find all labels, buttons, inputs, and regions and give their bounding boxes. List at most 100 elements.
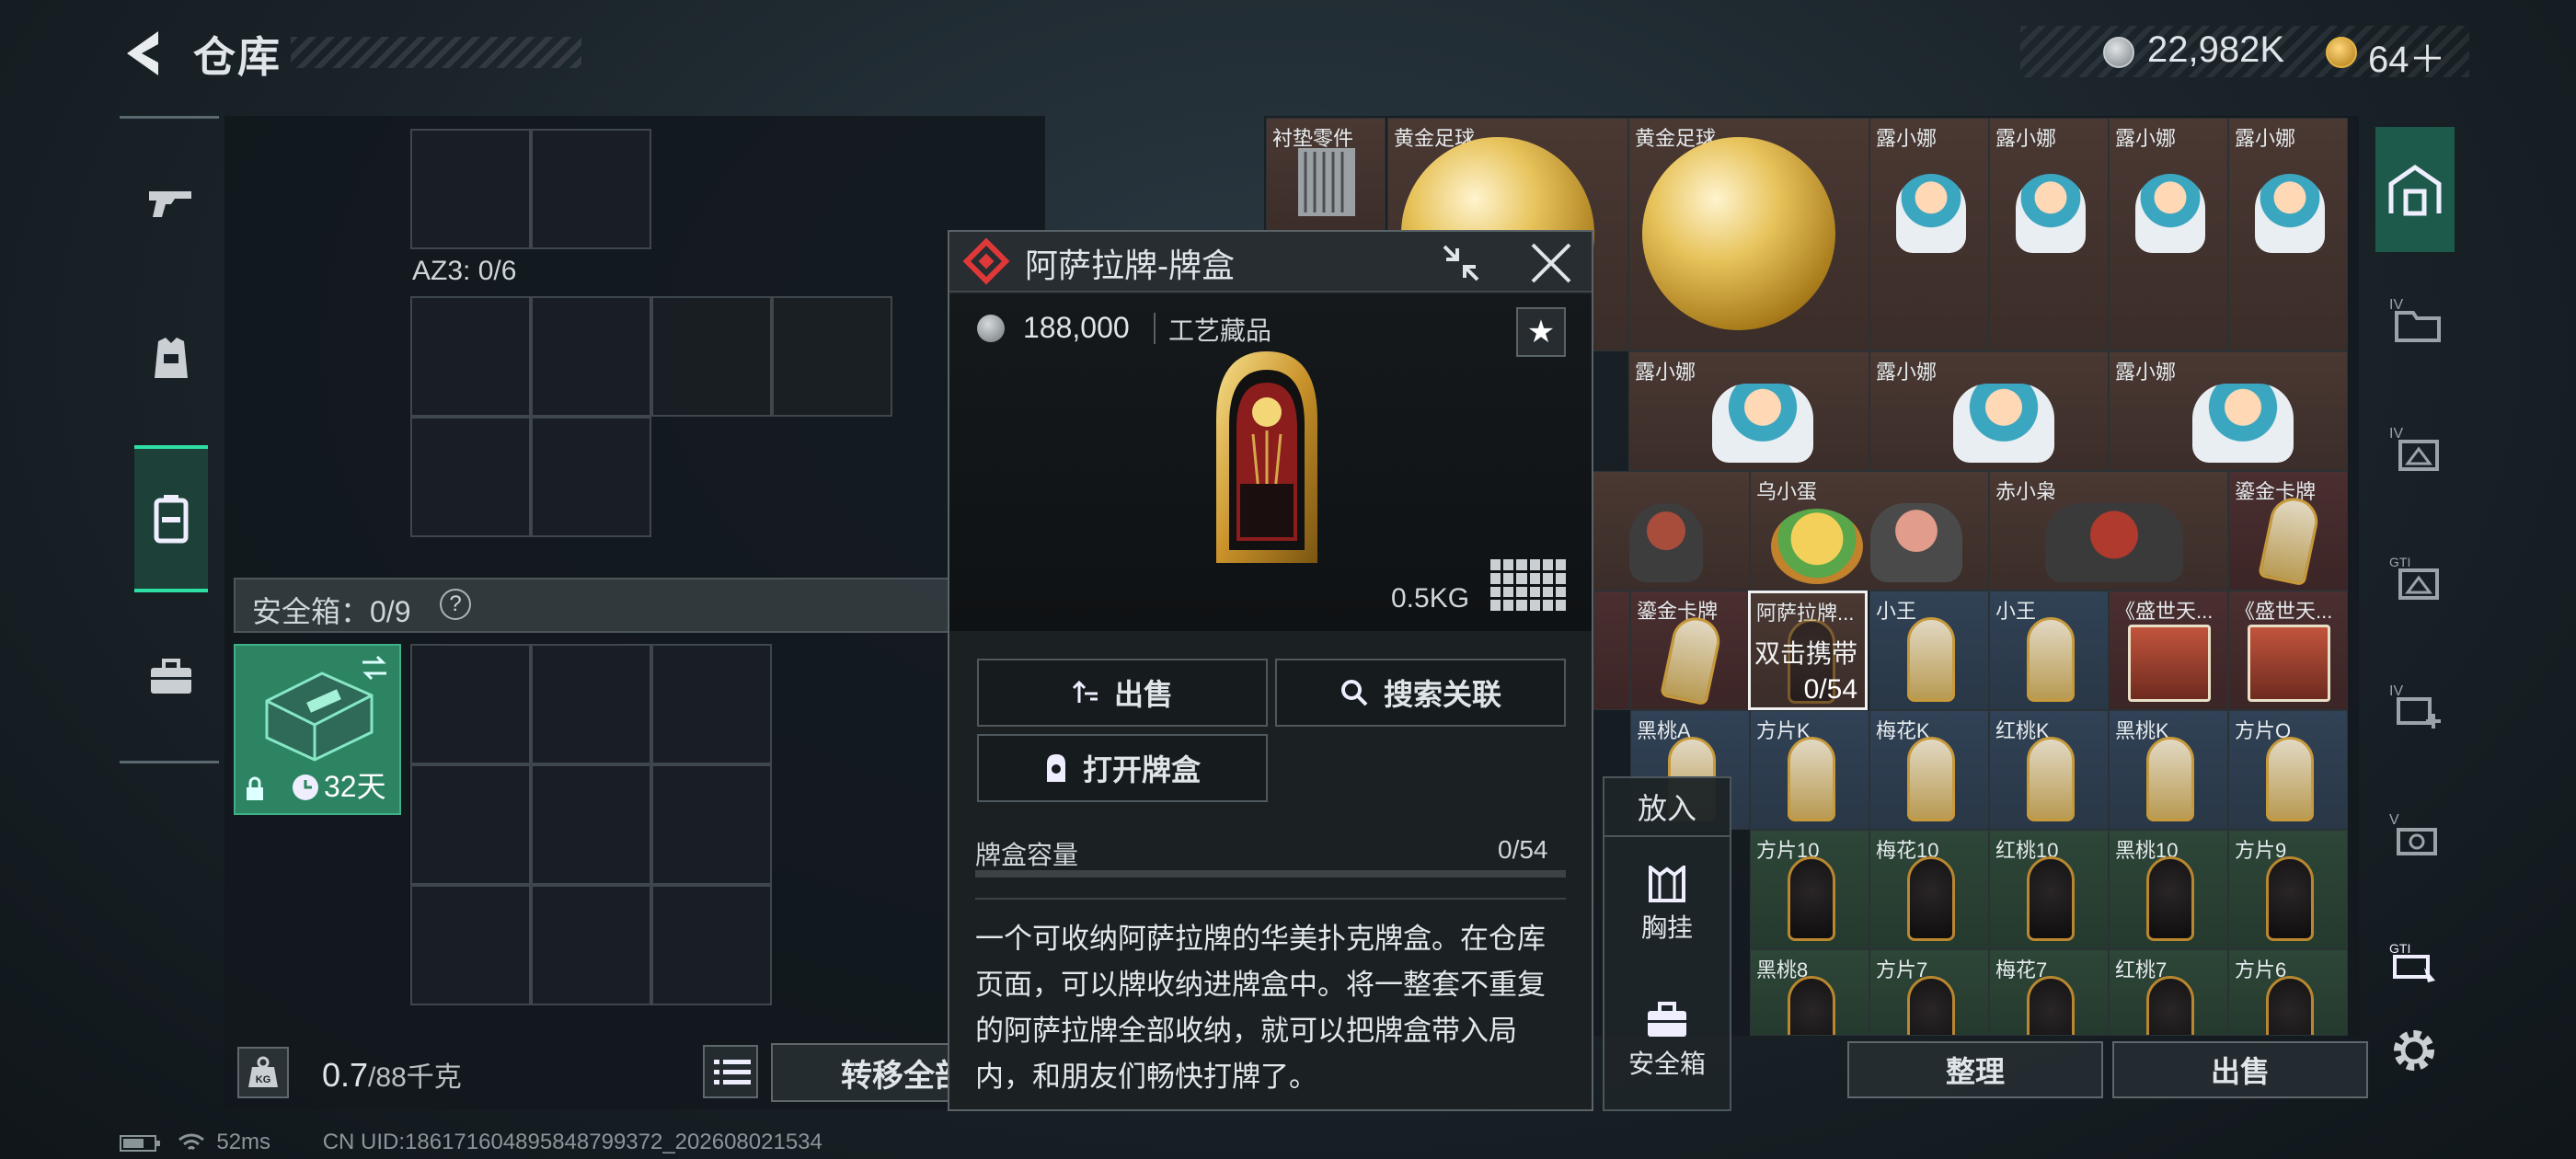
tab-v[interactable]: V (2375, 797, 2455, 870)
tab-iv-2[interactable]: IV (2375, 410, 2455, 484)
item-slot[interactable]: 乌小蛋 (1750, 471, 1989, 591)
item-slot[interactable]: 衬垫零件 (1266, 118, 1386, 237)
item-slot[interactable]: 方片6 (2228, 949, 2348, 1036)
item-slot[interactable]: 小王 (1869, 591, 1989, 710)
tab-warehouse[interactable] (2375, 127, 2455, 252)
help-icon[interactable]: ? (440, 589, 471, 620)
item-slot[interactable] (1593, 591, 1630, 710)
playing-card-icon (2146, 976, 2194, 1035)
item-slot[interactable]: 黑桃8 (1750, 949, 1869, 1036)
item-slot[interactable]: 《盛世天... (2228, 591, 2348, 710)
capacity-label: 牌盒容量 (975, 841, 1079, 869)
grid-cell[interactable] (410, 417, 531, 537)
grid-cell[interactable] (410, 644, 531, 764)
grid-cell[interactable] (651, 764, 772, 885)
item-slot[interactable]: 露小娜 (1869, 118, 1989, 351)
item-slot[interactable]: 梅花K (1869, 710, 1989, 830)
tab-gti-2[interactable]: GTI (2375, 925, 2455, 999)
svg-text:V: V (2389, 812, 2399, 828)
item-slot[interactable]: 露小娜 (2228, 118, 2348, 351)
sell-button[interactable]: 出售 (2112, 1041, 2368, 1098)
grid-cell[interactable] (410, 296, 531, 417)
grid-cell[interactable] (651, 296, 772, 417)
nav-backpack[interactable] (134, 445, 208, 592)
svg-text:IV: IV (2389, 426, 2403, 442)
search-related-button[interactable]: 搜索关联 (1275, 659, 1566, 727)
transfer-all-button[interactable]: 转移全部 (771, 1043, 955, 1102)
item-name: 露小娜 (1876, 361, 1938, 384)
item-slot[interactable]: 鎏金卡牌 (2228, 471, 2348, 591)
settings-button[interactable] (2385, 1021, 2444, 1080)
item-slot[interactable]: 红桃K (1989, 710, 2109, 830)
item-slot[interactable]: 赤小枭 (1989, 471, 2228, 591)
open-box-button[interactable]: 打开牌盒 (977, 734, 1268, 802)
grid-cell[interactable] (772, 296, 892, 417)
grid-cell[interactable] (410, 885, 531, 1005)
item-slot[interactable]: 鎏金卡牌 (1630, 591, 1750, 710)
popup-sell-label: 出售 (1113, 678, 1173, 711)
list-view-button[interactable] (703, 1045, 758, 1098)
tab-iv-3[interactable]: IV (2375, 668, 2455, 741)
item-slot[interactable] (1592, 471, 1750, 591)
item-slot[interactable]: 梅花10 (1869, 830, 1989, 949)
chest-rig-icon (1649, 866, 1685, 902)
item-slot[interactable]: 红桃7 (2109, 949, 2228, 1036)
favorite-button[interactable]: ★ (1516, 307, 1566, 357)
put-in-header: 放入 (1604, 778, 1730, 837)
item-slot[interactable]: 方片10 (1750, 830, 1869, 949)
svg-text:IV: IV (2389, 297, 2403, 313)
item-slot[interactable]: 露小娜 (2109, 118, 2228, 351)
grid-cell[interactable] (531, 764, 651, 885)
tab-iv-1[interactable]: IV (2375, 281, 2455, 355)
grid-cell[interactable] (531, 296, 651, 417)
collapse-button[interactable] (1433, 235, 1489, 291)
grid-cell[interactable] (410, 129, 531, 249)
doll-icon (1896, 174, 1966, 253)
grid-cell[interactable] (531, 417, 651, 537)
nav-case[interactable] (134, 631, 208, 723)
chest-rig-option[interactable]: 胸挂 (1604, 837, 1730, 973)
gold-balance[interactable]: 64＋ (2368, 29, 2446, 83)
gold-football-icon (1642, 137, 1835, 330)
close-button[interactable] (1524, 235, 1579, 291)
item-name: 赤小枭 (1995, 480, 2057, 503)
item-slot[interactable]: 红桃10 (1989, 830, 2109, 949)
grid-cell[interactable] (410, 764, 531, 885)
playing-card-icon (2266, 856, 2314, 941)
item-slot[interactable]: 露小娜 (1628, 351, 1869, 471)
nav-armor[interactable] (134, 313, 208, 405)
page-title: 仓库 (193, 33, 282, 81)
item-slot[interactable]: 露小娜 (2109, 351, 2348, 471)
selected-item-slot[interactable]: 阿萨拉牌... 双击携带 0/54 (1748, 591, 1868, 710)
item-slot[interactable]: 方片7 (1869, 949, 1989, 1036)
item-slot[interactable]: 梅花7 (1989, 949, 2109, 1036)
card-box-image (1198, 346, 1336, 574)
item-slot[interactable]: 方片9 (2228, 830, 2348, 949)
nav-weapons[interactable] (134, 156, 208, 248)
grid-cell[interactable] (531, 129, 651, 249)
item-name: 露小娜 (2235, 127, 2296, 150)
book-icon (2248, 625, 2330, 702)
popup-sell-button[interactable]: 出售 (977, 659, 1268, 727)
back-button[interactable] (118, 26, 169, 81)
grid-cell[interactable] (531, 644, 651, 764)
item-slot[interactable]: 露小娜 (1869, 351, 2109, 471)
item-slot[interactable]: 方片K (1750, 710, 1869, 830)
item-slot[interactable]: 方片Q (2228, 710, 2348, 830)
safebox-option[interactable]: 安全箱 (1604, 973, 1730, 1109)
grid-cell[interactable] (531, 885, 651, 1005)
item-slot[interactable]: 黑桃10 (2109, 830, 2228, 949)
sort-button[interactable]: 整理 (1847, 1041, 2103, 1098)
item-slot[interactable]: 《盛世天... (2109, 591, 2228, 710)
doll-icon (2192, 384, 2294, 463)
item-slot[interactable]: 露小娜 (1989, 118, 2109, 351)
item-slot[interactable]: 小王 (1989, 591, 2109, 710)
item-slot[interactable]: 黑桃K (2109, 710, 2228, 830)
grid-cell[interactable] (651, 644, 772, 764)
item-name: 小王 (1876, 600, 1917, 623)
item-name: 露小娜 (2115, 361, 2177, 384)
tab-gti[interactable]: GTI (2375, 539, 2455, 613)
grid-cell[interactable] (651, 885, 772, 1005)
item-slot[interactable]: 黄金足球 (1628, 118, 1869, 351)
safebox-item[interactable]: 32天 (234, 644, 401, 815)
